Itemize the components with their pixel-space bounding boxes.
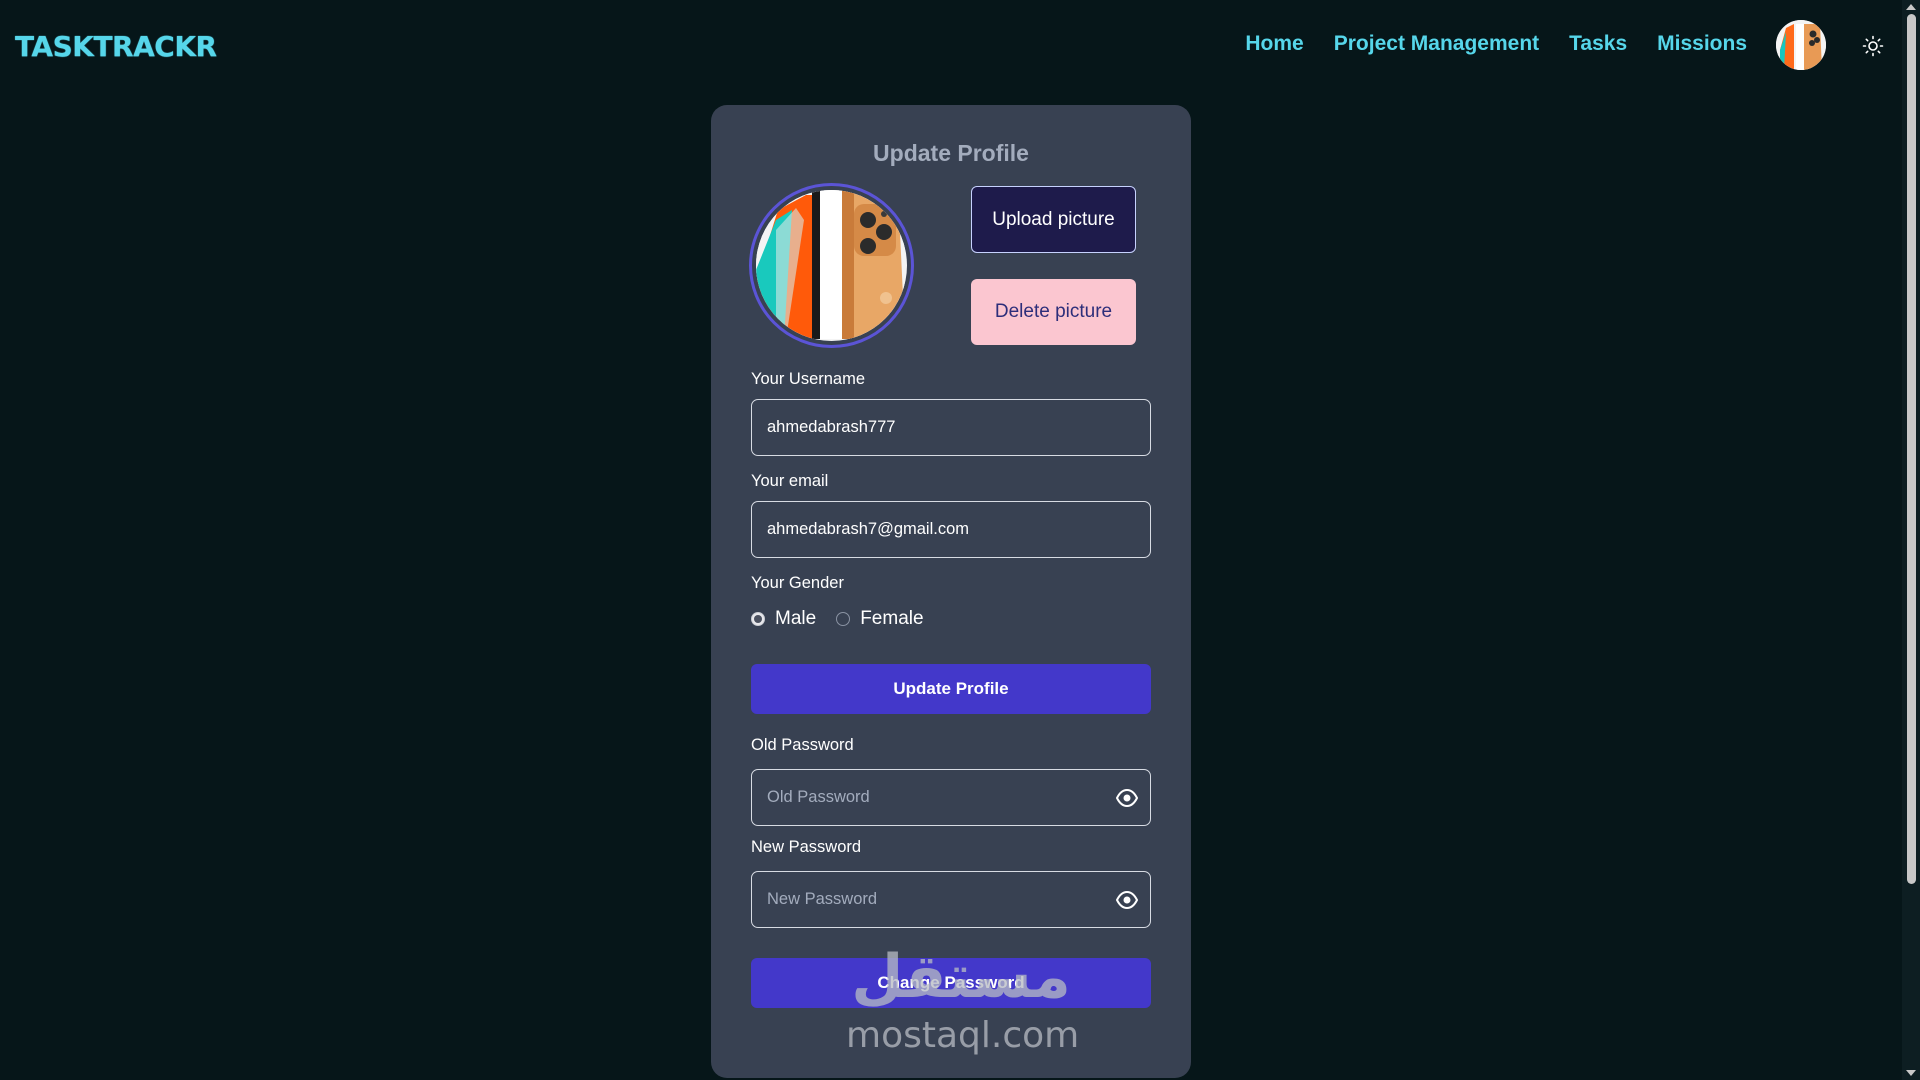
username-input[interactable] [751, 399, 1151, 456]
update-profile-card: Update Profile Upload picture Delete pic… [711, 105, 1191, 1078]
gender-radio-group: Male Female [751, 608, 944, 630]
old-password-eye-icon[interactable] [1115, 787, 1139, 809]
profile-picture [749, 183, 914, 348]
gender-label: Your Gender [751, 574, 844, 592]
female-radio[interactable] [836, 612, 851, 626]
new-password-label: New Password [751, 838, 862, 856]
username-label: Your Username [751, 370, 866, 388]
change-password-button[interactable]: Change Password [751, 958, 1151, 1008]
scroll-down-arrow-icon[interactable] [1906, 1070, 1916, 1076]
page-scrollbar[interactable] [1902, 0, 1920, 1080]
old-password-label: Old Password [751, 736, 854, 754]
email-input[interactable] [751, 501, 1151, 558]
theme-toggle-sun-icon[interactable] [1862, 35, 1884, 57]
brand-logo[interactable]: TASKTRACKR [15, 30, 217, 63]
upload-picture-button[interactable]: Upload picture [971, 186, 1136, 253]
nav-missions[interactable]: Missions [1657, 32, 1747, 56]
male-radio-label: Male [775, 608, 817, 629]
old-password-input[interactable] [751, 769, 1151, 826]
nav-home[interactable]: Home [1245, 32, 1303, 56]
gender-option-female[interactable]: Female [836, 608, 924, 630]
scroll-thumb[interactable] [1907, 14, 1916, 884]
delete-picture-button[interactable]: Delete picture [971, 279, 1136, 345]
female-radio-label: Female [860, 608, 924, 629]
user-avatar[interactable] [1776, 20, 1826, 70]
male-radio[interactable] [751, 612, 765, 626]
nav-project-management[interactable]: Project Management [1334, 32, 1539, 56]
navbar: TASKTRACKR Home Project Management Tasks… [0, 0, 1902, 96]
nav-tasks[interactable]: Tasks [1569, 32, 1627, 56]
card-title: Update Profile [873, 140, 1029, 166]
new-password-input[interactable] [751, 871, 1151, 928]
scroll-up-arrow-icon[interactable] [1906, 4, 1916, 10]
gender-option-male[interactable]: Male [751, 608, 816, 630]
new-password-eye-icon[interactable] [1115, 889, 1139, 911]
update-profile-button[interactable]: Update Profile [751, 664, 1151, 714]
email-label: Your email [751, 472, 829, 490]
nav-links: Home Project Management Tasks Missions [1245, 32, 1747, 56]
